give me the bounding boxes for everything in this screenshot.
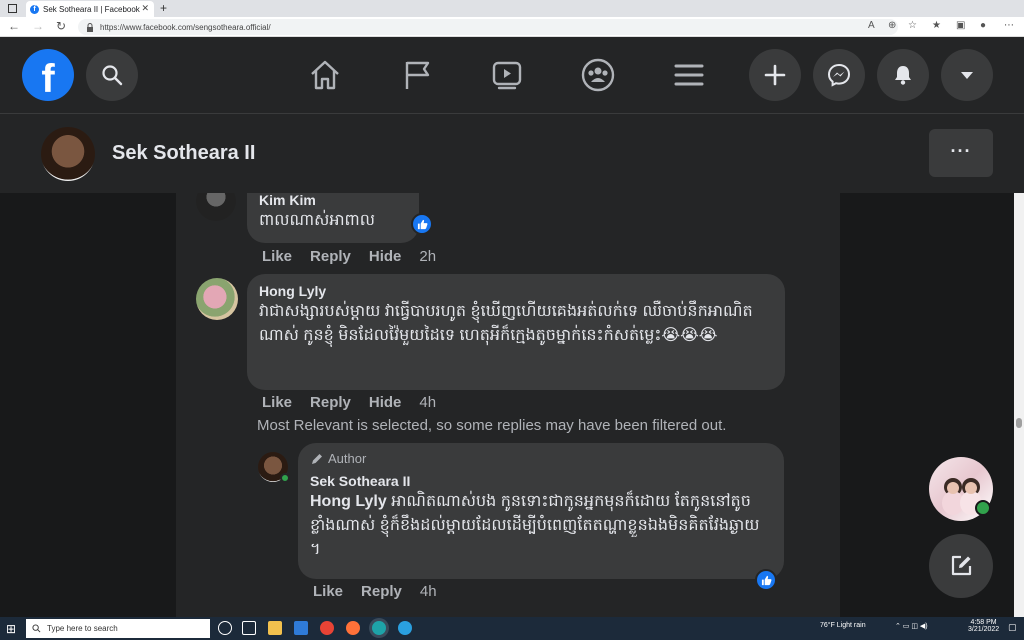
windows-start-icon[interactable]: ⊞ bbox=[6, 622, 16, 636]
browser-tab[interactable]: f Sek Sotheara II | Facebook ✕ bbox=[26, 1, 154, 17]
reply-bubble: Author Sek Sotheara II Hong Lyly អាណិតណា… bbox=[298, 443, 784, 579]
bell-icon bbox=[895, 66, 911, 85]
like-reaction-icon[interactable] bbox=[411, 213, 433, 235]
mention-link[interactable]: Hong Lyly bbox=[310, 493, 387, 510]
url-field[interactable]: https://www.facebook.com/sengsotheara.of… bbox=[78, 19, 898, 35]
reply-link[interactable]: Reply bbox=[310, 394, 351, 411]
comment-actions: Like Reply Hide 2h bbox=[262, 248, 436, 265]
hide-link[interactable]: Hide bbox=[369, 394, 402, 411]
telegram-icon[interactable] bbox=[398, 621, 412, 635]
profile-header: Sek Sotheara II ··· bbox=[0, 113, 1024, 193]
cortana-icon[interactable] bbox=[218, 621, 232, 635]
pages-flag-icon[interactable] bbox=[397, 55, 437, 95]
comment-text: ពាលណាស់អាពាល bbox=[259, 212, 376, 229]
messenger-button[interactable] bbox=[813, 49, 865, 101]
zoom-icon[interactable]: ⊕ bbox=[888, 20, 896, 31]
comment-actions: Like Reply Hide 4h bbox=[262, 394, 436, 411]
main-content: Kim Kim ពាលណាស់អាពាល Like Reply Hide 2h … bbox=[0, 193, 1014, 617]
notification-center-icon[interactable]: ▢ bbox=[1008, 622, 1017, 633]
browser-address-bar: ← → ↻ https://www.facebook.com/sengsothe… bbox=[0, 17, 1024, 37]
tab-title: Sek Sotheara II | Facebook bbox=[43, 4, 140, 14]
compose-icon bbox=[951, 555, 972, 576]
reply-link[interactable]: Reply bbox=[310, 248, 351, 265]
chrome-icon[interactable] bbox=[320, 621, 334, 635]
menu-icon[interactable] bbox=[669, 55, 709, 95]
profile-name[interactable]: Sek Sotheara II bbox=[112, 142, 255, 165]
close-tab-icon[interactable]: ✕ bbox=[141, 3, 149, 14]
filter-notice: Most Relevant is selected, so some repli… bbox=[257, 417, 727, 434]
scrollbar-thumb[interactable] bbox=[1016, 418, 1022, 428]
clock-time: 4:58 PM bbox=[970, 619, 997, 626]
comment-timestamp[interactable]: 2h bbox=[419, 248, 436, 265]
create-button[interactable] bbox=[749, 49, 801, 101]
reply-link[interactable]: Reply bbox=[361, 583, 402, 600]
facebook-top-bar: f bbox=[0, 37, 1024, 113]
profile-icon[interactable]: ● bbox=[980, 20, 986, 31]
collections-icon[interactable]: ▣ bbox=[956, 20, 965, 31]
browser-tab-bar: f Sek Sotheara II | Facebook ✕ + bbox=[0, 0, 1024, 17]
online-status-dot bbox=[280, 473, 290, 483]
home-icon[interactable] bbox=[305, 55, 345, 95]
window-menu-icon[interactable] bbox=[8, 4, 17, 13]
pencil-icon bbox=[312, 453, 322, 464]
firefox-icon[interactable] bbox=[346, 621, 360, 635]
new-message-button[interactable] bbox=[929, 534, 993, 598]
comment-text: វាជាសង្សារបស់ម្ដាយ វាធ្វើបាបរហូត ខ្ញុំឃើ… bbox=[259, 303, 753, 344]
author-tag-label: Author bbox=[328, 451, 367, 466]
taskbar-search-placeholder: Type here to search bbox=[47, 624, 118, 633]
profile-avatar[interactable] bbox=[41, 127, 95, 181]
reply-actions: Like Reply 4h bbox=[313, 583, 437, 600]
forward-icon[interactable]: → bbox=[32, 19, 44, 33]
online-status-dot bbox=[975, 500, 991, 516]
comment-timestamp[interactable]: 4h bbox=[419, 394, 436, 411]
edge-icon[interactable] bbox=[372, 621, 386, 635]
windows-taskbar: ⊞ Type here to search 76°F Light rain ⌃ … bbox=[0, 617, 1024, 640]
favorites-icon[interactable]: ★ bbox=[932, 20, 941, 31]
account-menu-button[interactable] bbox=[941, 49, 993, 101]
reply-author[interactable]: Sek Sotheara II bbox=[310, 472, 772, 490]
facebook-logo-icon[interactable]: f bbox=[22, 49, 74, 101]
system-tray-icons[interactable]: ⌃ ▭ ◫ ◀) bbox=[895, 622, 928, 630]
avatar[interactable] bbox=[196, 278, 238, 320]
like-link[interactable]: Like bbox=[313, 583, 343, 600]
add-favorite-icon[interactable]: ☆ bbox=[908, 20, 917, 31]
search-icon bbox=[32, 624, 41, 633]
comment-bubble: Hong Lyly វាជាសង្សារបស់ម្ដាយ វាធ្វើបាបរហ… bbox=[247, 274, 785, 390]
like-reaction-icon[interactable] bbox=[755, 569, 777, 591]
author-badge: Author bbox=[310, 451, 772, 466]
url-text: https://www.facebook.com/sengsotheara.of… bbox=[100, 22, 271, 32]
more-options-button[interactable]: ··· bbox=[929, 129, 993, 177]
like-link[interactable]: Like bbox=[262, 394, 292, 411]
messenger-icon bbox=[827, 63, 851, 87]
refresh-icon[interactable]: ↻ bbox=[56, 19, 66, 33]
file-explorer-icon[interactable] bbox=[268, 621, 282, 635]
settings-menu-icon[interactable]: ⋯ bbox=[1004, 20, 1014, 31]
watch-video-icon[interactable] bbox=[487, 55, 527, 95]
weather-status[interactable]: 76°F Light rain bbox=[820, 622, 866, 629]
like-link[interactable]: Like bbox=[262, 248, 292, 265]
back-icon[interactable]: ← bbox=[8, 19, 20, 33]
task-view-icon[interactable] bbox=[242, 621, 256, 635]
notifications-button[interactable] bbox=[877, 49, 929, 101]
page-scrollbar[interactable] bbox=[1014, 193, 1024, 617]
mail-icon[interactable] bbox=[294, 621, 308, 635]
reply-timestamp[interactable]: 4h bbox=[420, 583, 437, 600]
lock-icon bbox=[87, 22, 93, 32]
plus-icon bbox=[764, 64, 786, 86]
clock-date: 3/21/2022 bbox=[968, 626, 1000, 633]
groups-icon[interactable] bbox=[578, 55, 618, 95]
facebook-favicon-icon: f bbox=[30, 4, 39, 14]
comment-author[interactable]: Hong Lyly bbox=[259, 282, 773, 300]
read-aloud-icon[interactable]: A bbox=[868, 20, 875, 31]
comment-author[interactable]: Kim Kim bbox=[259, 193, 407, 209]
search-button[interactable] bbox=[86, 49, 138, 101]
clock[interactable]: 4:58 PM 3/21/2022 bbox=[968, 619, 999, 633]
comment-bubble: Kim Kim ពាលណាស់អាពាល bbox=[247, 193, 419, 243]
search-icon bbox=[102, 65, 123, 86]
taskbar-search-field[interactable]: Type here to search bbox=[26, 619, 210, 638]
caret-down-icon bbox=[961, 72, 973, 79]
new-tab-icon[interactable]: + bbox=[160, 1, 167, 15]
reply-text: Hong Lyly អាណិតណាស់បង កូនទោះជាកូនអ្នកមុន… bbox=[310, 490, 772, 562]
hide-link[interactable]: Hide bbox=[369, 248, 402, 265]
